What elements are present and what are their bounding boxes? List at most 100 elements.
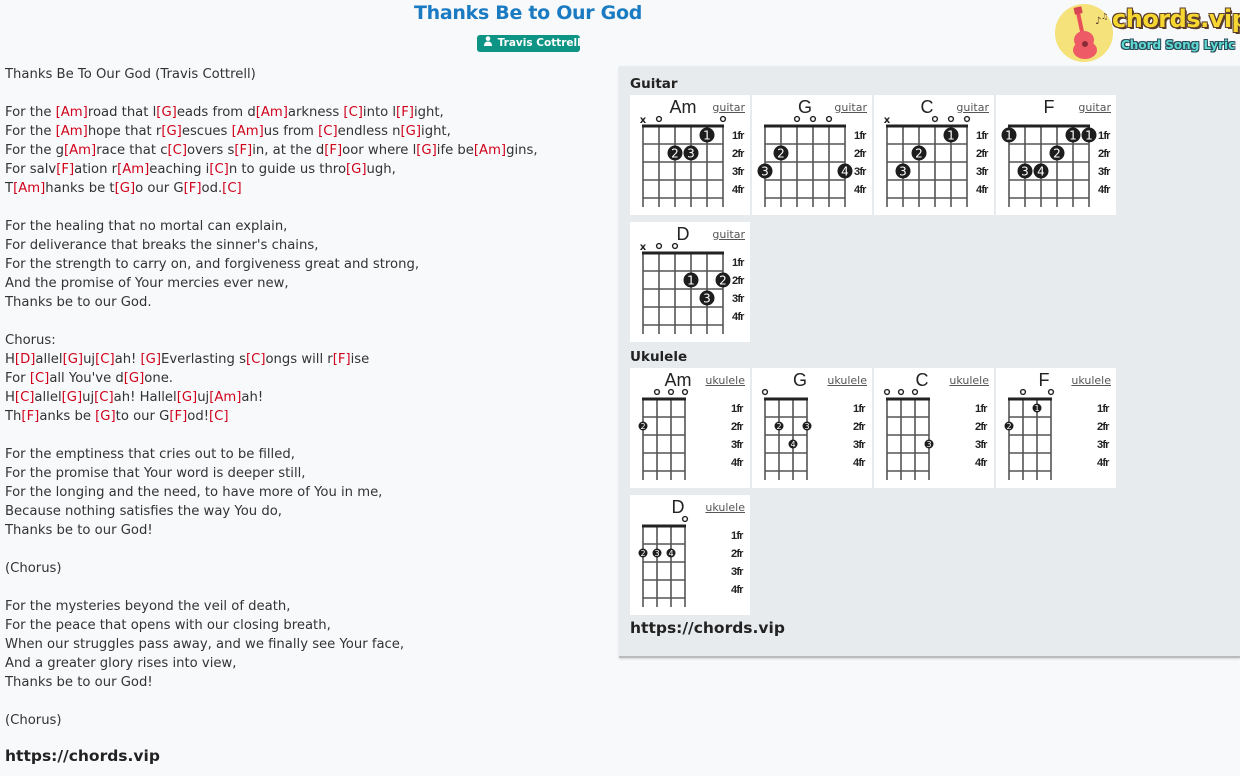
chord-link[interactable]: [G] — [161, 124, 182, 139]
lyric-line — [5, 692, 605, 711]
footer-url[interactable]: https://chords.vip — [5, 747, 160, 765]
chord-link[interactable]: [Am] — [117, 162, 149, 177]
chord-link[interactable]: [Am] — [209, 390, 241, 405]
fret-label: 1fr — [976, 130, 989, 142]
chord-name: C — [916, 370, 929, 390]
finger-number: 4 — [1037, 165, 1045, 179]
chord-link[interactable]: [G] — [346, 162, 367, 177]
guitar-link[interactable]: guitar — [834, 101, 867, 114]
fret-label: 4fr — [854, 184, 867, 196]
ukulele-chord-diagram-f[interactable]: F 1fr 2fr 3fr 4fr 1 2 ukulele — [996, 368, 1116, 488]
guitar-link[interactable]: guitar — [712, 101, 745, 114]
open-string-marker — [681, 515, 689, 523]
chord-link[interactable]: [Am] — [13, 181, 45, 196]
finger-number: 3 — [654, 549, 659, 558]
muted-string-marker: x — [640, 115, 647, 126]
chord-link[interactable]: [C] — [246, 352, 266, 367]
ukulele-link[interactable]: ukulele — [1071, 374, 1111, 387]
open-string-marker — [655, 115, 663, 123]
site-logo[interactable]: ♪ ♫ chords.vip Chord Song Lyric — [1054, 3, 1240, 63]
ukulele-chord-diagram-d[interactable]: D 1fr 2fr 3fr 4fr 2 3 4 ukulele — [630, 495, 750, 615]
chord-name: Am — [670, 97, 697, 117]
chord-link[interactable]: [F] — [56, 162, 74, 177]
finger-number: 2 — [671, 147, 679, 161]
artist-badge[interactable]: Travis Cottrell — [477, 35, 581, 52]
guitar-link[interactable]: guitar — [956, 101, 989, 114]
chord-link[interactable]: [F] — [21, 409, 39, 424]
chord-link[interactable]: [C] — [343, 105, 363, 120]
chord-link[interactable]: [G] — [177, 390, 198, 405]
chord-link[interactable]: [F] — [333, 352, 351, 367]
guitar-chord-diagram-am[interactable]: Am 1fr 2fr 3fr 4fr x 1 2 3 guitar — [630, 95, 750, 215]
chord-link[interactable]: [C] — [30, 371, 50, 386]
guitar-chord-diagram-f[interactable]: F 1fr 2fr 3fr 4fr 1 1 1 2 3 4 guitar — [996, 95, 1116, 215]
chord-link[interactable]: [Am] — [256, 105, 288, 120]
lyric-line: (Chorus) — [5, 561, 62, 576]
chord-link[interactable]: [Am] — [56, 105, 88, 120]
open-string-marker — [719, 115, 727, 123]
fret-label: 1fr — [854, 130, 867, 142]
chord-link[interactable]: [G] — [156, 105, 177, 120]
chord-link[interactable]: [G] — [63, 352, 84, 367]
chord-link[interactable]: [C] — [318, 124, 338, 139]
chord-link[interactable]: [F] — [396, 105, 414, 120]
lyric-line: For the [Am]hope that r[G]escues [Am]us … — [5, 124, 451, 139]
lyric-line: For the peace that opens with our closin… — [5, 618, 331, 633]
open-string-marker — [1047, 388, 1055, 396]
ukulele-link[interactable]: ukulele — [705, 374, 745, 387]
fret-label: 1fr — [731, 530, 744, 542]
ukulele-link[interactable]: ukulele — [827, 374, 867, 387]
chord-link[interactable]: [C] — [209, 409, 229, 424]
chord-link[interactable]: [C] — [95, 352, 115, 367]
fret-label: 1fr — [731, 403, 744, 415]
finger-number: 4 — [841, 165, 849, 179]
chord-link[interactable]: [Am] — [232, 124, 264, 139]
chord-link[interactable]: [G] — [124, 371, 145, 386]
chord-link[interactable]: [F] — [234, 143, 252, 158]
guitar-chord-diagram-d[interactable]: D 1fr 2fr 3fr 4fr x 1 2 3 guitar — [630, 222, 750, 342]
guitar-link[interactable]: guitar — [1078, 101, 1111, 114]
lyric-line: For the healing that no mortal can expla… — [5, 219, 288, 234]
ukulele-link[interactable]: ukulele — [705, 501, 745, 514]
panel-url[interactable]: https://chords.vip — [630, 619, 785, 637]
chord-link[interactable]: [Am] — [64, 143, 96, 158]
ukulele-chord-diagram-c[interactable]: C 1fr 2fr 3fr 4fr 3 ukulele — [874, 368, 994, 488]
finger-number: 1 — [687, 274, 695, 288]
chord-link[interactable]: [D] — [15, 352, 35, 367]
open-string-marker — [653, 388, 661, 396]
chord-link[interactable]: [G] — [95, 409, 116, 424]
open-string-marker — [667, 388, 675, 396]
open-string-marker — [825, 115, 833, 123]
guitar-chord-diagram-g[interactable]: G 1fr 2fr 3fr 4fr 2 3 4 guitar — [752, 95, 872, 215]
chord-link[interactable]: [G] — [416, 143, 437, 158]
chord-link[interactable]: [G] — [115, 181, 136, 196]
chord-link[interactable]: [G] — [62, 390, 83, 405]
chord-link[interactable]: [F] — [184, 181, 202, 196]
ukulele-chord-diagram-am[interactable]: Am 1fr 2fr 3fr 4fr 2 ukulele — [630, 368, 750, 488]
lyric-line: (Chorus) — [5, 713, 62, 728]
chord-link[interactable]: [C] — [94, 390, 114, 405]
chord-link[interactable]: [G] — [401, 124, 422, 139]
chord-link[interactable]: [Am] — [56, 124, 88, 139]
ukulele-link[interactable]: ukulele — [949, 374, 989, 387]
logo-tagline: Chord Song Lyric — [1121, 38, 1236, 52]
ukulele-chord-diagram-g[interactable]: G 1fr 2fr 3fr 4fr 2 3 4 ukulele — [752, 368, 872, 488]
chord-link[interactable]: [F] — [169, 409, 187, 424]
chord-link[interactable]: [G] — [141, 352, 162, 367]
finger-number: 1 — [1069, 129, 1077, 143]
open-string-marker — [931, 115, 939, 123]
lyric-line: For the [Am]road that l[G]eads from d[Am… — [5, 105, 444, 120]
chord-link[interactable]: [C] — [222, 181, 242, 196]
finger-number: 1 — [1085, 129, 1093, 143]
chord-link[interactable]: [C] — [209, 162, 229, 177]
guitar-chord-diagram-c[interactable]: C 1fr 2fr 3fr 4fr x 1 2 3 guitar — [874, 95, 994, 215]
open-string-marker — [655, 242, 663, 250]
lyric-line: For the emptiness that cries out to be f… — [5, 447, 295, 462]
finger-number: 3 — [1021, 165, 1029, 179]
guitar-link[interactable]: guitar — [712, 228, 745, 241]
fret-label: 4fr — [853, 457, 866, 469]
chord-link[interactable]: [F] — [324, 143, 342, 158]
chord-link[interactable]: [C] — [15, 390, 35, 405]
chord-link[interactable]: [Am] — [474, 143, 506, 158]
chord-link[interactable]: [C] — [167, 143, 187, 158]
